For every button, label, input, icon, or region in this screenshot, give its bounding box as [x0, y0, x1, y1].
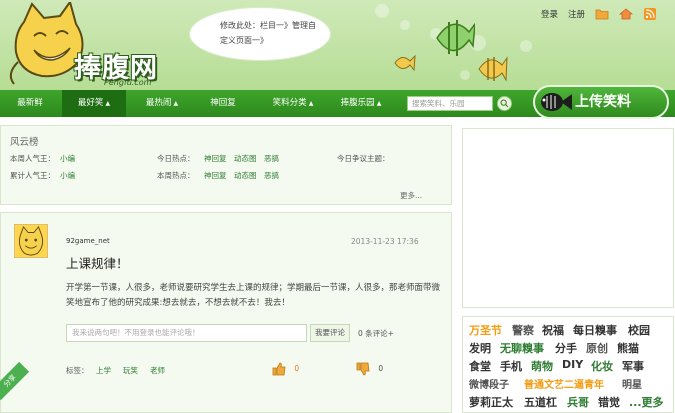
bubble-decoration [520, 40, 532, 52]
nav-item-park[interactable]: 捧腹乐园 ▲ [330, 90, 392, 117]
hot-week-link[interactable]: 神回复 [204, 170, 227, 181]
dislike-count: 0 [378, 364, 384, 373]
nav-item-newest[interactable]: 最新鲜 [8, 90, 52, 117]
dispute-today-label: 今日争议主题： [337, 154, 390, 163]
tags-label: 标签： [66, 366, 89, 375]
post-timestamp: 2013-11-23 17:36 [351, 237, 419, 246]
nav-label: 最好笑 [77, 98, 104, 108]
top-links: 登录 注册 [541, 8, 657, 20]
nav-label: 最热闹 [145, 98, 172, 108]
hot-tag[interactable]: 五道杠 [524, 394, 557, 410]
hot-tag[interactable]: 错觉 [598, 394, 620, 410]
comment-count-number: 0 [358, 329, 363, 338]
hot-tag[interactable]: 分手 [555, 340, 577, 356]
hot-tag[interactable]: 发明 [469, 340, 491, 356]
bubble-decoration [375, 4, 389, 18]
hot-tag[interactable]: DIY [562, 358, 583, 371]
hot-tag[interactable]: 熊猫 [617, 340, 639, 356]
hot-tag[interactable]: 化妆 [591, 358, 613, 374]
ranking-title: 风云榜 [10, 137, 39, 148]
nav-item-funniest[interactable]: 最好笑 ▲ [62, 90, 126, 117]
hot-tag[interactable]: 普通文艺二逼青年 [524, 376, 604, 391]
hot-week-label: 本周热点： [157, 171, 195, 180]
search-button[interactable] [497, 96, 512, 111]
nav-item-best-reply[interactable]: 神回复 [198, 90, 248, 117]
hot-today-label: 今日热点： [157, 154, 195, 163]
fish-decoration-icon [436, 20, 475, 56]
hot-tag[interactable]: 万圣节 [469, 322, 502, 338]
fish-decoration-icon [478, 56, 508, 82]
hot-tag[interactable]: 萝莉正太 [469, 394, 513, 410]
hot-tag[interactable]: 兵哥 [567, 394, 589, 410]
hot-week-link[interactable]: 动态图 [234, 170, 257, 181]
dislike-button[interactable]: 0 [356, 362, 383, 376]
post-tag[interactable]: 上学 [96, 365, 111, 376]
hot-tag[interactable]: 校园 [628, 322, 650, 338]
register-link[interactable]: 注册 [568, 8, 585, 20]
rss-icon[interactable] [643, 8, 657, 20]
nav-item-categories[interactable]: 笑料分类 ▲ [262, 90, 324, 117]
thumbs-up-icon [272, 362, 286, 376]
more-tags-link[interactable]: ...更多 [629, 394, 664, 410]
post-tag[interactable]: 玩笑 [123, 365, 138, 376]
folder-icon[interactable] [595, 8, 609, 20]
hot-tag[interactable]: 食堂 [469, 358, 491, 374]
fish-skeleton-icon [541, 93, 572, 111]
search-input[interactable]: 搜索笑料、乐园 [407, 96, 493, 111]
submit-comment-button[interactable]: 我要评论 [310, 324, 350, 342]
hot-today-link[interactable]: 神回复 [204, 153, 227, 164]
hot-tag[interactable]: 无聊糗事 [500, 340, 544, 356]
weekly-star-label: 本周人气王： [10, 154, 55, 163]
login-link[interactable]: 登录 [541, 8, 558, 20]
like-count: 0 [294, 364, 300, 373]
search-icon [500, 99, 509, 108]
hot-tag[interactable]: 军事 [622, 358, 644, 374]
nav-label: 最新鲜 [17, 98, 43, 108]
weekly-star-link[interactable]: 小编 [60, 153, 75, 164]
comment-count[interactable]: 0 条评论+ [358, 328, 394, 339]
home-icon[interactable] [619, 8, 633, 20]
nav-item-hottest[interactable]: 最热闹 ▲ [136, 90, 188, 117]
hot-tag[interactable]: 萌物 [531, 358, 553, 374]
hot-tag[interactable]: 原创 [586, 340, 608, 356]
hot-tag[interactable]: 祝福 [542, 322, 564, 338]
hot-tag[interactable]: 微博段子 [469, 376, 509, 391]
post-author[interactable]: 92game_net [66, 237, 110, 245]
hot-today-link[interactable]: 恶搞 [264, 153, 279, 164]
fish-decoration-icon [394, 54, 416, 72]
bubble-decoration [400, 20, 410, 30]
post-body: 开学第一节课，人很多，老师说要研究学生去上课的规律；学期最后一节课，人很多，那老… [66, 283, 441, 308]
hot-tag[interactable]: 明星 [622, 376, 642, 391]
hot-week-link[interactable]: 恶搞 [264, 170, 279, 181]
sidebar-ad-box [462, 128, 674, 308]
post-tag[interactable]: 老师 [150, 365, 165, 376]
total-star-label: 累计人气王： [10, 171, 55, 180]
site-header: 捧腹网 Pengfu.com 修改此处：栏目一》管理自定义页面一》 登录 注册 [0, 0, 675, 90]
total-star-link[interactable]: 小编 [60, 170, 75, 181]
ranking-panel [0, 125, 452, 205]
caret-down-icon: ▲ [173, 100, 179, 107]
hot-tag[interactable]: 警察 [512, 322, 534, 338]
cat-avatar-icon [18, 225, 44, 256]
nav-label: 捧腹乐园 [340, 98, 375, 108]
site-logo-domain: Pengfu.com [104, 78, 152, 87]
comment-input[interactable]: 我来说两句吧！不用登录也能评论哦！ [66, 324, 307, 342]
nav-label: 神回复 [210, 98, 236, 108]
thumbs-down-icon [356, 362, 370, 376]
bubble-decoration [460, 70, 470, 80]
avatar[interactable] [14, 224, 48, 258]
like-button[interactable]: 0 [272, 362, 299, 376]
comment-count-label: 条评论+ [365, 329, 394, 338]
caret-down-icon: ▲ [376, 100, 382, 107]
ranking-more-link[interactable]: 更多... [400, 190, 422, 201]
post-title[interactable]: 上课规律！ [66, 253, 129, 272]
hot-tag[interactable]: 手机 [500, 358, 522, 374]
caret-down-icon: ▲ [308, 100, 314, 107]
speech-bubble-text[interactable]: 修改此处：栏目一》管理自定义页面一》 [220, 18, 320, 48]
hot-tag[interactable]: 每日糗事 [573, 322, 617, 338]
hot-today-link[interactable]: 动态图 [234, 153, 257, 164]
nav-label: 笑料分类 [272, 98, 307, 108]
caret-down-icon: ▲ [105, 100, 111, 107]
